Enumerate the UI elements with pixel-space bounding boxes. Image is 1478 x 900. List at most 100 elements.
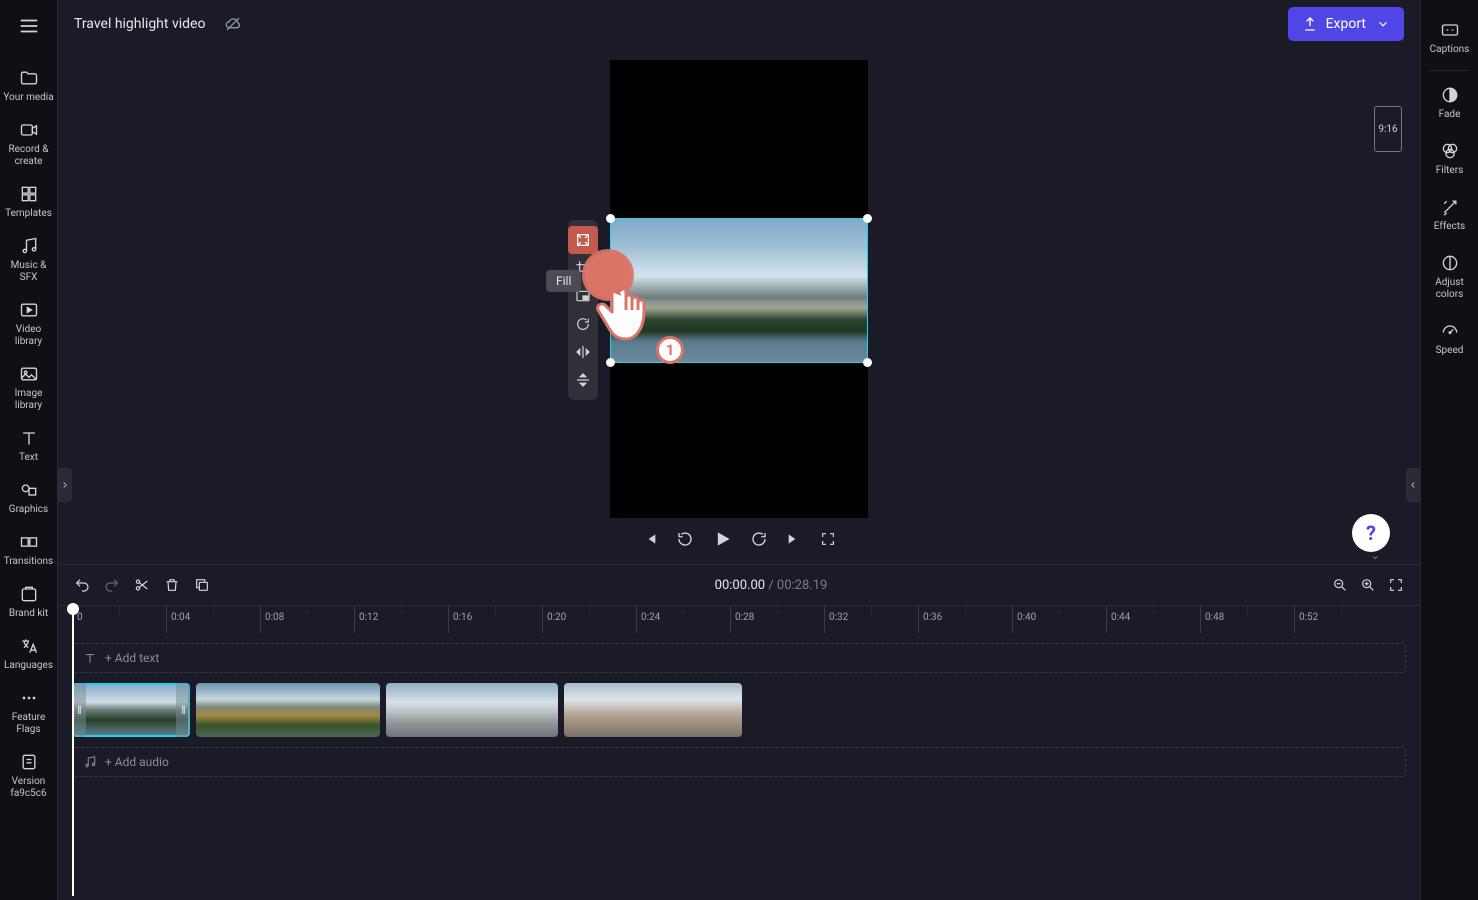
sidebar-item-your-media[interactable]: Your media bbox=[0, 60, 57, 112]
ruler-tick: 0:28 bbox=[730, 606, 754, 633]
add-text-track[interactable]: + Add text bbox=[72, 643, 1406, 673]
resize-handle-bl[interactable] bbox=[606, 358, 615, 367]
sidebar-item-feature-flags[interactable]: Feature Flags bbox=[0, 680, 57, 744]
expand-left-panel[interactable] bbox=[58, 468, 72, 502]
video-track[interactable] bbox=[72, 683, 1406, 737]
help-button[interactable]: ? bbox=[1352, 514, 1390, 552]
camera-icon bbox=[18, 120, 40, 140]
rsb-item-filters[interactable]: Filters bbox=[1421, 131, 1478, 187]
duplicate-button[interactable] bbox=[194, 577, 210, 593]
add-audio-track[interactable]: + Add audio bbox=[72, 747, 1406, 777]
main-menu-button[interactable] bbox=[9, 6, 49, 46]
zoom-out-button[interactable] bbox=[1332, 577, 1348, 593]
sidebar-label: Text bbox=[19, 452, 38, 464]
timeline-ruler[interactable]: 00:040:080:120:160:200:240:280:320:360:4… bbox=[58, 605, 1420, 633]
zoom-in-button[interactable] bbox=[1360, 577, 1376, 593]
graphics-icon bbox=[18, 480, 40, 500]
expand-right-panel[interactable] bbox=[1406, 468, 1420, 502]
timeline-clip[interactable] bbox=[72, 683, 190, 737]
timecode-total: 00:28.19 bbox=[777, 578, 827, 593]
fill-button[interactable] bbox=[568, 226, 598, 254]
rsb-label: Adjust colors bbox=[1423, 277, 1476, 301]
timecode-sep: / bbox=[765, 578, 777, 593]
flip-vertical-icon bbox=[575, 372, 591, 388]
right-sidebar: Captions Fade Filters Effects Adjust col… bbox=[1420, 0, 1478, 900]
delete-button[interactable] bbox=[164, 577, 180, 593]
zoom-fit-icon bbox=[1388, 577, 1404, 593]
export-button[interactable]: Export bbox=[1288, 7, 1404, 41]
rsb-item-adjust-colors[interactable]: Adjust colors bbox=[1421, 243, 1478, 311]
sidebar-item-templates[interactable]: Templates bbox=[0, 176, 57, 228]
sidebar-item-record-create[interactable]: Record & create bbox=[0, 112, 57, 176]
split-button[interactable] bbox=[134, 577, 150, 593]
sidebar-item-text[interactable]: Text bbox=[0, 420, 57, 472]
sidebar-label: Feature Flags bbox=[2, 712, 55, 736]
sidebar-item-brand-kit[interactable]: Brand kit bbox=[0, 576, 57, 628]
chevron-right-icon bbox=[60, 479, 70, 491]
fullscreen-icon bbox=[820, 531, 836, 547]
go-start-button[interactable] bbox=[642, 531, 658, 547]
ruler-minor-tick bbox=[589, 606, 590, 614]
sidebar-item-image-library[interactable]: Image library bbox=[0, 356, 57, 420]
play-button[interactable] bbox=[712, 529, 732, 549]
image-library-icon bbox=[18, 364, 40, 384]
timeline-clip[interactable] bbox=[564, 683, 742, 737]
ruler-tick: 0:52 bbox=[1294, 606, 1318, 633]
ruler-minor-tick bbox=[1341, 606, 1342, 614]
text-icon bbox=[83, 651, 97, 665]
sidebar-item-music-sfx[interactable]: Music & SFX bbox=[0, 228, 57, 292]
project-title[interactable]: Travel highlight video bbox=[74, 16, 205, 32]
sidebar-label: Record & create bbox=[2, 144, 55, 168]
go-end-button[interactable] bbox=[786, 531, 802, 547]
undo-icon bbox=[74, 577, 90, 593]
forward-frame-button[interactable] bbox=[750, 530, 768, 548]
play-icon bbox=[712, 529, 732, 549]
sidebar-item-transitions[interactable]: Transitions bbox=[0, 524, 57, 576]
export-label: Export bbox=[1326, 16, 1366, 32]
zoom-fit-button[interactable] bbox=[1388, 577, 1404, 593]
sidebar-item-video-library[interactable]: Video library bbox=[0, 292, 57, 356]
upload-icon bbox=[1302, 16, 1318, 32]
fullscreen-button[interactable] bbox=[820, 531, 836, 547]
fade-icon bbox=[1439, 85, 1461, 105]
preview-area: 9:16 Fill 1 bbox=[58, 48, 1420, 564]
flip-vertical-button[interactable] bbox=[568, 366, 598, 394]
sidebar-label: Image library bbox=[2, 388, 55, 412]
timeline-clip[interactable] bbox=[196, 683, 380, 737]
step-badge: 1 bbox=[656, 336, 684, 364]
rsb-label: Fade bbox=[1439, 109, 1461, 121]
timeline-section: 00:00.00 / 00:28.19 00:040:080:120:160:2… bbox=[58, 564, 1420, 900]
sidebar-label: Languages bbox=[4, 660, 53, 672]
transitions-icon bbox=[18, 532, 40, 552]
aspect-ratio-selector[interactable]: 9:16 bbox=[1374, 106, 1402, 152]
rsb-item-fade[interactable]: Fade bbox=[1421, 75, 1478, 131]
ruler-minor-tick bbox=[871, 606, 872, 614]
back-frame-button[interactable] bbox=[676, 530, 694, 548]
rsb-item-effects[interactable]: Effects bbox=[1421, 187, 1478, 243]
redo-button[interactable] bbox=[104, 577, 120, 593]
ruler-tick: 0:12 bbox=[354, 606, 378, 633]
chevron-left-icon bbox=[1408, 479, 1418, 491]
sidebar-item-version[interactable]: Version fa9c5c6 bbox=[0, 744, 57, 808]
ruler-minor-tick bbox=[1153, 606, 1154, 614]
timeline-clip[interactable] bbox=[386, 683, 558, 737]
ruler-tick: 0:40 bbox=[1012, 606, 1036, 633]
resize-handle-br[interactable] bbox=[863, 358, 872, 367]
ruler-tick: 0:48 bbox=[1200, 606, 1224, 633]
ruler-minor-tick bbox=[683, 606, 684, 614]
aspect-ratio-label: 9:16 bbox=[1378, 124, 1397, 135]
undo-button[interactable] bbox=[74, 577, 90, 593]
cloud-sync-icon[interactable] bbox=[223, 15, 243, 33]
rsb-label: Captions bbox=[1430, 44, 1470, 56]
playhead[interactable] bbox=[72, 606, 74, 896]
ruler-minor-tick bbox=[1247, 606, 1248, 614]
rsb-item-speed[interactable]: Speed bbox=[1421, 311, 1478, 367]
rsb-label: Effects bbox=[1434, 221, 1465, 233]
rsb-item-captions[interactable]: Captions bbox=[1421, 10, 1478, 66]
sidebar-item-languages[interactable]: Languages bbox=[0, 628, 57, 680]
text-icon bbox=[18, 428, 40, 448]
resize-handle-tr[interactable] bbox=[863, 214, 872, 223]
zoom-in-icon bbox=[1360, 577, 1376, 593]
sidebar-item-graphics[interactable]: Graphics bbox=[0, 472, 57, 524]
resize-handle-tl[interactable] bbox=[606, 214, 615, 223]
